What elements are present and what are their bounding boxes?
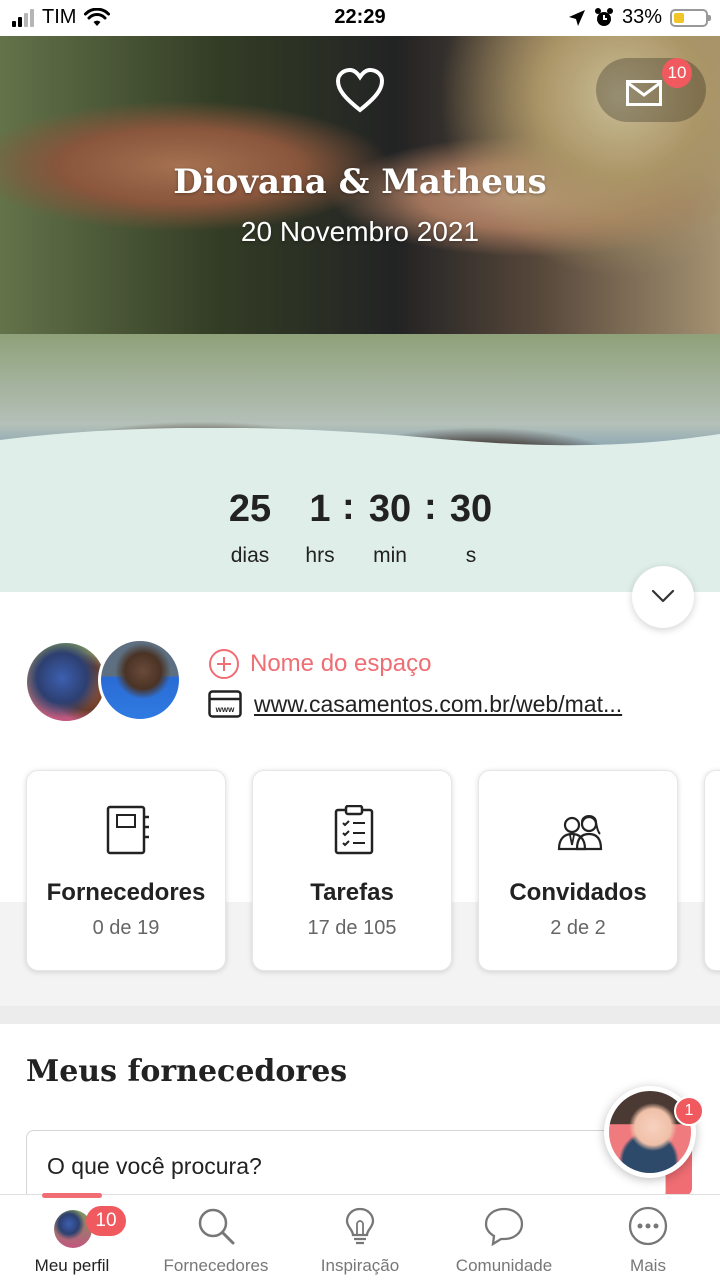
countdown-minutes: 30 <box>368 488 412 530</box>
nav-label-my-profile: Meu perfil <box>34 1256 110 1275</box>
next-card-peek[interactable] <box>704 770 720 971</box>
guests-card-count: 2 de 2 <box>550 917 606 939</box>
nav-item-more[interactable]: Mais <box>576 1194 720 1280</box>
chevron-down-icon <box>651 589 675 603</box>
clipboard-checklist-icon <box>334 805 374 855</box>
my-vendors-title: Meus fornecedores <box>26 1054 348 1089</box>
partner-avatar-2[interactable] <box>98 638 182 722</box>
vendor-search-input[interactable]: O que você procura? <box>26 1130 666 1200</box>
nav-label-more: Mais <box>630 1256 666 1275</box>
wedding-website-link[interactable]: www www.casamentos.com.br/web/mat... <box>208 690 694 718</box>
notebook-icon <box>106 805 149 855</box>
status-right: 33% <box>568 6 711 29</box>
alarm-icon <box>594 7 613 26</box>
chat-bubble-icon <box>484 1207 524 1246</box>
countdown: 25 dias 1 hrs : 30 min : 30 s <box>0 486 720 568</box>
countdown-seconds: 30 <box>449 488 493 530</box>
vendors-card-title: Fornecedores <box>46 879 206 906</box>
tasks-card[interactable]: Tarefas 17 de 105 <box>252 770 452 971</box>
more-dots-icon <box>628 1206 668 1246</box>
nav-item-vendors[interactable]: Fornecedores <box>144 1194 288 1280</box>
guests-card[interactable]: Convidados 2 de 2 <box>478 770 678 971</box>
profile-notification-badge: 10 <box>86 1206 126 1236</box>
tasks-card-count: 17 de 105 <box>307 917 397 939</box>
location-arrow-icon <box>568 9 585 26</box>
heart-logo-icon[interactable] <box>335 68 385 114</box>
nav-label-community: Comunidade <box>455 1256 553 1275</box>
couple-names: Diovana & Matheus <box>173 162 547 202</box>
nav-label-inspiration: Inspiração <box>320 1256 400 1275</box>
browser-window-icon: www <box>208 690 242 718</box>
vendors-card-count: 0 de 19 <box>92 917 160 939</box>
wedding-date: 20 Novembro 2021 <box>240 216 480 247</box>
envelope-icon[interactable] <box>626 80 662 106</box>
search-icon <box>198 1208 235 1245</box>
battery-level-fill <box>674 12 684 23</box>
couple-hero: 10 Diovana & Matheus 20 Novembro 2021 25… <box>0 36 720 592</box>
svg-text:www: www <box>215 705 235 714</box>
add-venue-link[interactable]: Nome do espaço <box>208 648 431 680</box>
nav-label-vendors: Fornecedores <box>163 1256 269 1275</box>
partner-avatar-1[interactable] <box>24 640 108 724</box>
guests-icon <box>557 815 603 851</box>
messages-badge: 10 <box>662 58 692 88</box>
battery-percent: 33% <box>621 6 662 28</box>
section-divider <box>0 1006 720 1024</box>
countdown-days: 25 <box>228 488 272 530</box>
expand-button[interactable] <box>632 566 694 628</box>
website-url: www.casamentos.com.br/web/mat... <box>254 690 623 717</box>
countdown-seconds-label: s <box>465 544 477 567</box>
tasks-card-title: Tarefas <box>310 879 394 906</box>
lightbulb-icon <box>345 1207 375 1245</box>
add-venue-label: Nome do espaço <box>250 650 432 677</box>
status-bar: TIM 22:29 33% <box>0 0 720 36</box>
vendors-card[interactable]: Fornecedores 0 de 19 <box>26 770 226 971</box>
assistant-badge: 1 <box>674 1096 704 1126</box>
plus-circle-icon <box>209 649 239 679</box>
nav-item-inspiration[interactable]: Inspiração <box>288 1194 432 1280</box>
guests-card-title: Convidados <box>509 879 647 906</box>
countdown-days-label: dias <box>230 544 270 567</box>
vendor-search-placeholder: O que você procura? <box>47 1153 262 1179</box>
nav-item-community[interactable]: Comunidade <box>432 1194 576 1280</box>
nav-item-my-profile[interactable]: 10 Meu perfil <box>0 1194 144 1280</box>
countdown-hours-label: hrs <box>305 544 335 567</box>
countdown-minutes-label: min <box>373 544 407 567</box>
battery-icon <box>670 8 711 27</box>
